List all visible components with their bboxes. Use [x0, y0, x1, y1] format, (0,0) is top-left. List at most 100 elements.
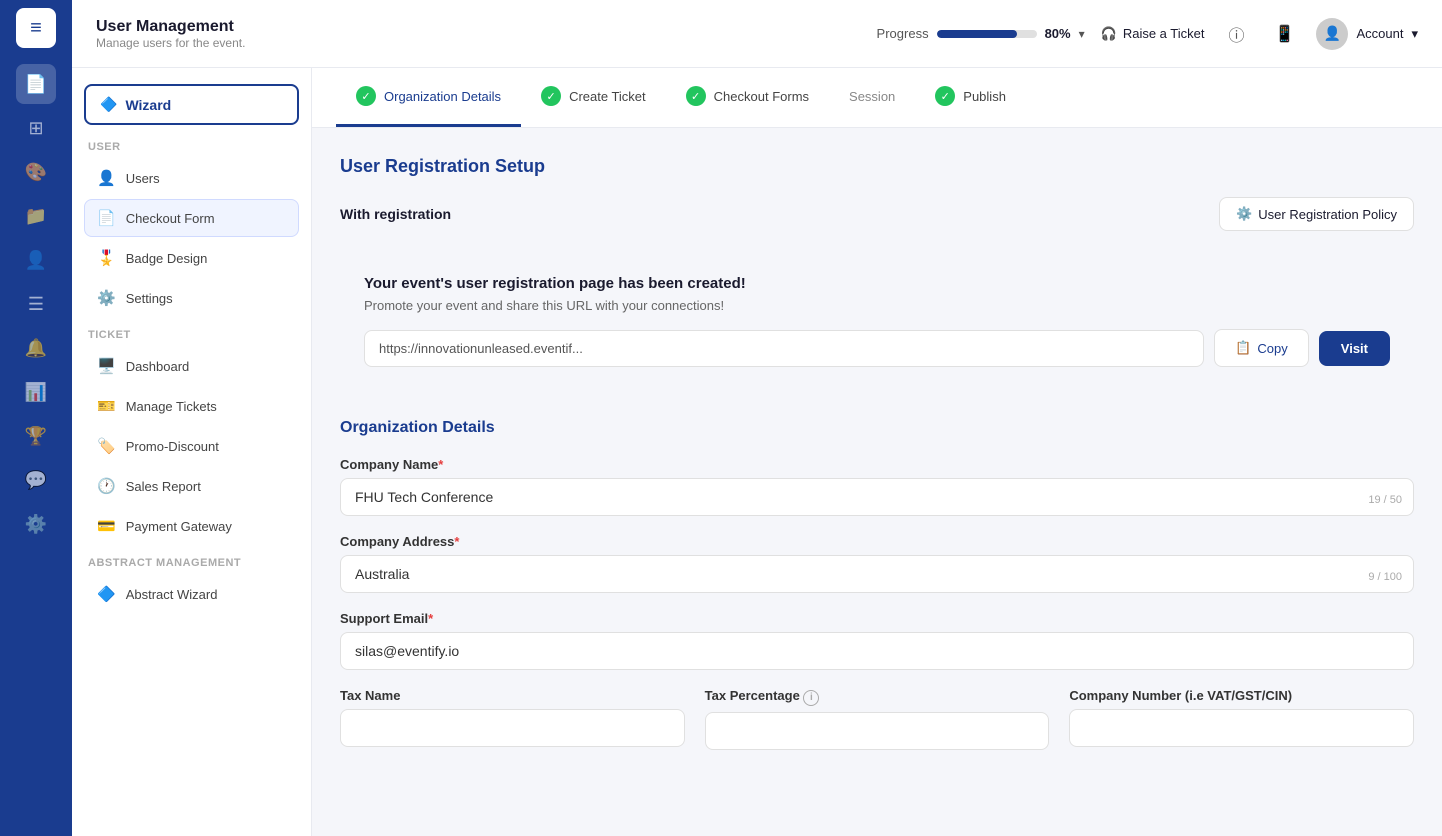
wizard-label: Wizard: [125, 97, 171, 113]
app-subtitle: Manage users for the event.: [96, 36, 861, 50]
checkout-forms-check: ✓: [686, 86, 706, 106]
sidebar-item-manage-tickets-label: Manage Tickets: [126, 399, 217, 414]
tab-publish-label: Publish: [963, 89, 1006, 104]
tab-create-ticket[interactable]: ✓ Create Ticket: [521, 68, 666, 127]
sidebar-item-payment-gateway[interactable]: 💳 Payment Gateway: [84, 507, 299, 545]
sidebar-item-badge-design-label: Badge Design: [126, 251, 208, 266]
tax-percentage-label-text: Tax Percentage: [705, 688, 800, 703]
policy-btn-label: User Registration Policy: [1258, 207, 1397, 222]
sidebar-item-checkout-form[interactable]: 📄 Checkout Form: [84, 199, 299, 237]
rail-icon-chat[interactable]: 💬: [16, 460, 56, 500]
wizard-button[interactable]: 🔷 Wizard: [84, 84, 299, 125]
company-address-required: *: [454, 534, 459, 549]
progress-pct: 80%: [1045, 26, 1071, 41]
org-details-check: ✓: [356, 86, 376, 106]
visit-button[interactable]: Visit: [1319, 331, 1390, 366]
sidebar-item-users[interactable]: 👤 Users: [84, 159, 299, 197]
sidebar-item-promo-discount-label: Promo-Discount: [126, 439, 219, 454]
tax-name-group: Tax Name: [340, 688, 685, 750]
rail-icon-folder[interactable]: 📁: [16, 196, 56, 236]
account-button[interactable]: 👤 Account ▾: [1316, 18, 1418, 50]
company-number-input[interactable]: [1069, 709, 1414, 747]
tax-percentage-info-icon[interactable]: i: [803, 690, 819, 706]
url-input[interactable]: [364, 330, 1204, 367]
wizard-tabs: ✓ Organization Details ✓ Create Ticket ✓…: [312, 68, 1442, 128]
progress-label: Progress: [877, 26, 929, 41]
tab-session[interactable]: Session: [829, 68, 915, 127]
tax-name-input[interactable]: [340, 709, 685, 747]
company-address-label: Company Address*: [340, 534, 1414, 549]
publish-check: ✓: [935, 86, 955, 106]
rail-icon-grid[interactable]: ⊞: [16, 108, 56, 148]
support-email-label: Support Email*: [340, 611, 1414, 626]
sidebar-item-badge-design[interactable]: 🎖️ Badge Design: [84, 239, 299, 277]
progress-dropdown-arrow[interactable]: ▾: [1079, 27, 1085, 41]
tax-percentage-input[interactable]: [705, 712, 1050, 750]
rail-icon-palette[interactable]: 🎨: [16, 152, 56, 192]
sidebar-item-manage-tickets[interactable]: 🎫 Manage Tickets: [84, 387, 299, 425]
manage-tickets-icon: 🎫: [97, 397, 116, 415]
info-icon-button[interactable]: ⓘ: [1220, 18, 1252, 50]
tab-org-details-label: Organization Details: [384, 89, 501, 104]
company-number-group: Company Number (i.e VAT/GST/CIN): [1069, 688, 1414, 750]
app-logo: ≡: [16, 8, 56, 48]
sidebar-item-abstract-wizard[interactable]: 🔷 Abstract Wizard: [84, 575, 299, 613]
policy-gear-icon: ⚙️: [1236, 206, 1252, 222]
company-address-input[interactable]: [340, 555, 1414, 593]
support-email-input[interactable]: [340, 632, 1414, 670]
rail-icon-bell[interactable]: 🔔: [16, 328, 56, 368]
support-email-label-text: Support Email: [340, 611, 428, 626]
registration-row: With registration ⚙️ User Registration P…: [340, 197, 1414, 231]
sidebar-item-settings[interactable]: ⚙️ Settings: [84, 279, 299, 317]
raise-ticket-button[interactable]: 🎧 Raise a Ticket: [1101, 26, 1205, 42]
tab-org-details[interactable]: ✓ Organization Details: [336, 68, 521, 127]
company-address-group: Company Address* 9 / 100: [340, 534, 1414, 593]
tab-create-ticket-label: Create Ticket: [569, 89, 646, 104]
sales-report-icon: 🕐: [97, 477, 116, 495]
tax-row: Tax Name Tax Percentage i Company Number…: [340, 688, 1414, 768]
company-name-char-count: 19 / 50: [1368, 494, 1402, 506]
rail-icon-trophy[interactable]: 🏆: [16, 416, 56, 456]
sidebar-item-promo-discount[interactable]: 🏷️ Promo-Discount: [84, 427, 299, 465]
sidebar-item-checkout-form-label: Checkout Form: [126, 211, 215, 226]
copy-icon: 📋: [1235, 340, 1251, 356]
support-email-required: *: [428, 611, 433, 626]
company-address-char-count: 9 / 100: [1368, 571, 1402, 583]
topbar-right: Progress 80% ▾ 🎧 Raise a Ticket ⓘ 📱 👤 Ac…: [877, 18, 1418, 50]
tab-publish[interactable]: ✓ Publish: [915, 68, 1026, 127]
topbar: User Management Manage users for the eve…: [72, 0, 1442, 68]
copy-button[interactable]: 📋 Copy: [1214, 329, 1309, 367]
url-card-heading: Your event's user registration page has …: [364, 275, 1390, 292]
dashboard-icon: 🖥️: [97, 357, 116, 375]
company-address-wrapper: 9 / 100: [340, 555, 1414, 593]
promo-discount-icon: 🏷️: [97, 437, 116, 455]
tax-percentage-group: Tax Percentage i: [705, 688, 1050, 750]
company-name-wrapper: 19 / 50: [340, 478, 1414, 516]
progress-bar-wrap: [937, 30, 1037, 38]
rail-icon-chart[interactable]: 📊: [16, 372, 56, 412]
rail-icon-pages[interactable]: 📄: [16, 64, 56, 104]
tab-checkout-forms[interactable]: ✓ Checkout Forms: [666, 68, 829, 127]
raise-ticket-label: Raise a Ticket: [1123, 26, 1205, 41]
users-icon: 👤: [97, 169, 116, 187]
sidebar-item-dashboard[interactable]: 🖥️ Dashboard: [84, 347, 299, 385]
user-registration-policy-button[interactable]: ⚙️ User Registration Policy: [1219, 197, 1414, 231]
avatar: 👤: [1316, 18, 1348, 50]
wizard-icon: 🔷: [100, 96, 117, 113]
rail-icon-user[interactable]: 👤: [16, 240, 56, 280]
rail-icon-list[interactable]: ☰: [16, 284, 56, 324]
settings-icon: ⚙️: [97, 289, 116, 307]
rail-icon-settings[interactable]: ⚙️: [16, 504, 56, 544]
sidebar-section-ticket: Ticket: [88, 329, 295, 341]
with-registration-label: With registration: [340, 206, 451, 222]
tax-percentage-label: Tax Percentage i: [705, 688, 1050, 706]
sidebar-item-sales-report[interactable]: 🕐 Sales Report: [84, 467, 299, 505]
create-ticket-check: ✓: [541, 86, 561, 106]
sidebar-item-settings-label: Settings: [126, 291, 173, 306]
account-dropdown-arrow: ▾: [1411, 26, 1418, 42]
url-card-subtext: Promote your event and share this URL wi…: [364, 298, 1390, 313]
company-name-input[interactable]: [340, 478, 1414, 516]
sidebar-item-abstract-wizard-label: Abstract Wizard: [126, 587, 218, 602]
url-row: 📋 Copy Visit: [364, 329, 1390, 367]
mobile-icon-button[interactable]: 📱: [1268, 18, 1300, 50]
